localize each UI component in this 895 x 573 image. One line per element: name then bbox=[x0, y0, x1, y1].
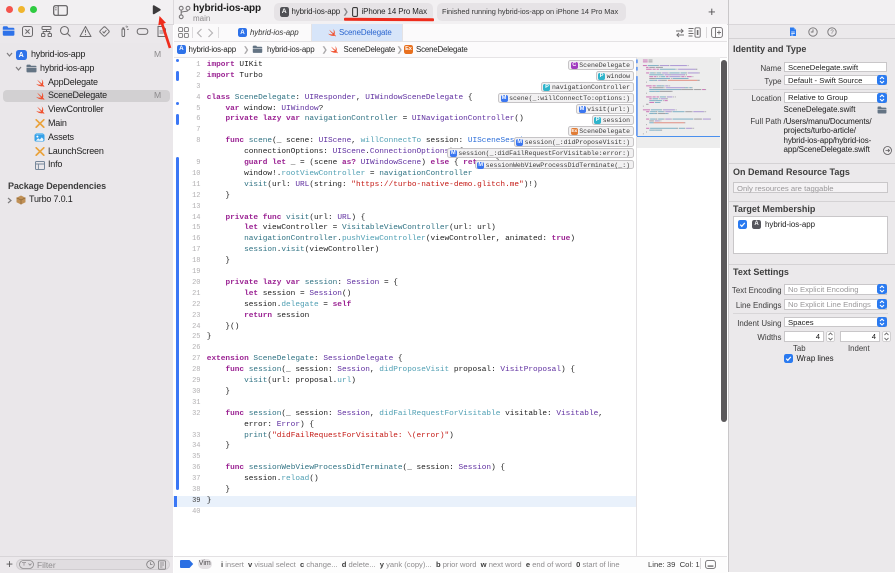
svg-text:?: ? bbox=[830, 30, 834, 36]
